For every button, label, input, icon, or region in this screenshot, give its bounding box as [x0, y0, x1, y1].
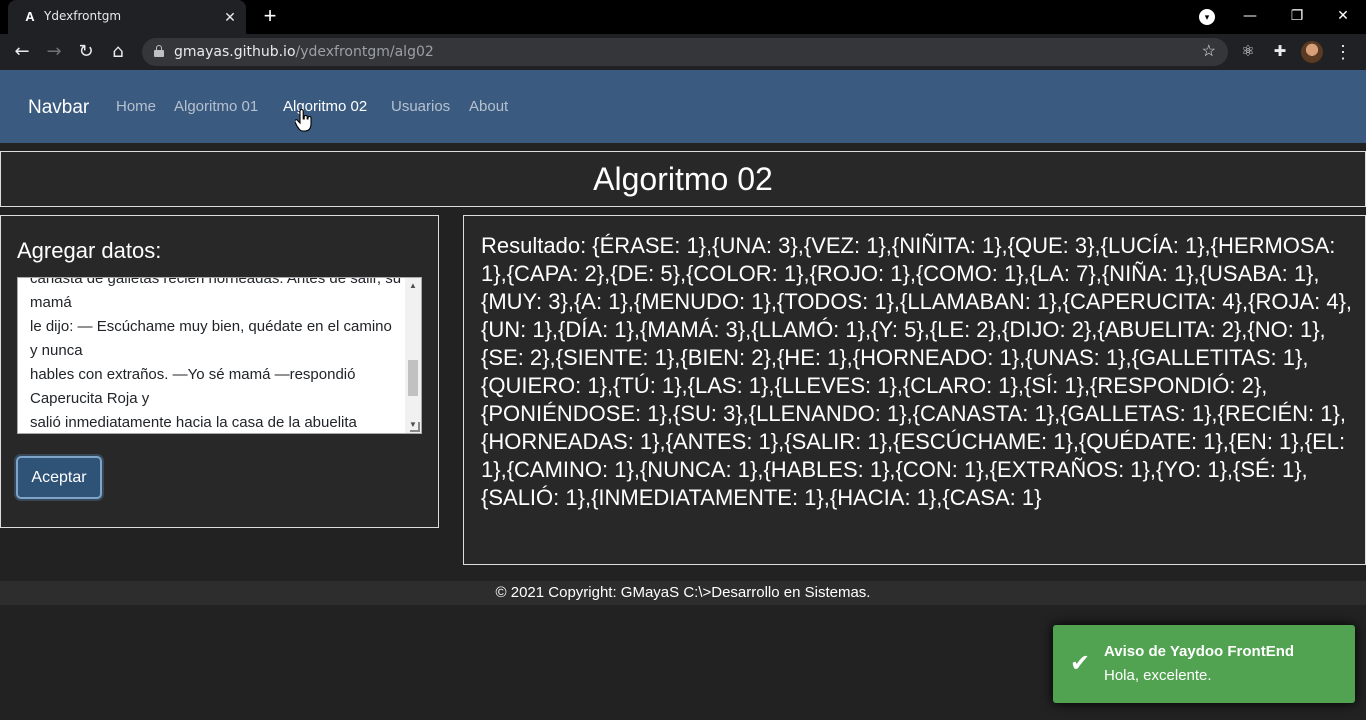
window-close-icon[interactable]: ✕	[1329, 4, 1357, 28]
result-card: Resultado: {ÉRASE: 1},{UNA: 3},{VEZ: 1},…	[463, 215, 1366, 565]
scroll-thumb[interactable]	[408, 360, 418, 396]
tab-close-icon[interactable]: ✕	[220, 7, 240, 27]
address-bar[interactable]: gmayas.github.io/ydexfrontgm/alg02 ☆	[142, 38, 1228, 66]
toast-notification[interactable]: ✔ Aviso de Yaydoo FrontEnd Hola, excelen…	[1053, 625, 1355, 703]
home-icon[interactable]: ⌂	[106, 40, 130, 64]
extensions-puzzle-icon[interactable]: ✚	[1268, 40, 1292, 64]
bookmark-star-icon[interactable]: ☆	[1202, 41, 1216, 61]
footer: © 2021 Copyright: GMayaS C:\>Desarrollo …	[0, 581, 1366, 605]
result-text: Resultado: {ÉRASE: 1},{UNA: 3},{VEZ: 1},…	[481, 233, 1353, 510]
hand-cursor-icon	[295, 109, 312, 132]
restore-icon[interactable]: ❐	[1283, 4, 1311, 28]
textarea-scrollbar[interactable]: ▲ ▼	[405, 278, 421, 433]
textarea-content: canasta de galletas recién horneadas. An…	[30, 277, 402, 431]
url-text: gmayas.github.io/ydexfrontgm/alg02	[174, 44, 434, 60]
reload-icon[interactable]: ↻	[74, 40, 98, 64]
nav-link-about[interactable]: About	[469, 98, 508, 115]
toast-title: Aviso de Yaydoo FrontEnd	[1104, 643, 1295, 660]
tab-title: Ydexfrontgm	[44, 9, 122, 23]
browser-toolbar: ← → ↻ ⌂ gmayas.github.io/ydexfrontgm/alg…	[0, 34, 1366, 70]
forward-icon[interactable]: →	[42, 40, 66, 64]
browser-tabstrip: A Ydexfrontgm ✕ + ▾ — ❐ ✕	[0, 0, 1366, 34]
input-label: Agregar datos:	[17, 238, 162, 263]
nav-link-home[interactable]: Home	[116, 98, 156, 115]
angular-favicon-icon: A	[25, 9, 35, 24]
browser-tab[interactable]: A Ydexfrontgm ✕	[8, 0, 246, 34]
toast-message: Hola, excelente.	[1104, 667, 1212, 684]
resize-grip-icon[interactable]	[410, 422, 420, 432]
accept-button[interactable]: Aceptar	[16, 456, 102, 499]
minimize-icon[interactable]: —	[1236, 4, 1264, 28]
checkmark-icon: ✔	[1069, 650, 1091, 677]
scroll-up-arrow-icon[interactable]: ▲	[405, 278, 421, 294]
data-textarea[interactable]: canasta de galletas recién horneadas. An…	[17, 277, 422, 434]
input-card: Agregar datos: canasta de galletas recié…	[0, 215, 439, 528]
new-tab-button[interactable]: +	[258, 5, 282, 29]
page-title-card: Algoritmo 02	[0, 151, 1366, 207]
browser-menu-icon[interactable]: ⋮	[1334, 40, 1352, 64]
lock-icon	[154, 45, 164, 57]
app-navbar: Navbar Home Algoritmo 01 Algoritmo 02 Us…	[0, 70, 1366, 143]
page-title: Algoritmo 02	[593, 161, 773, 197]
tab-search-icon[interactable]: ▾	[1199, 9, 1215, 25]
nav-link-algoritmo-01[interactable]: Algoritmo 01	[174, 98, 258, 115]
back-icon[interactable]: ←	[10, 40, 34, 64]
react-devtools-icon[interactable]: ⚛	[1236, 40, 1260, 64]
nav-link-usuarios[interactable]: Usuarios	[391, 98, 450, 115]
profile-avatar[interactable]	[1301, 41, 1323, 63]
navbar-brand[interactable]: Navbar	[28, 97, 89, 119]
